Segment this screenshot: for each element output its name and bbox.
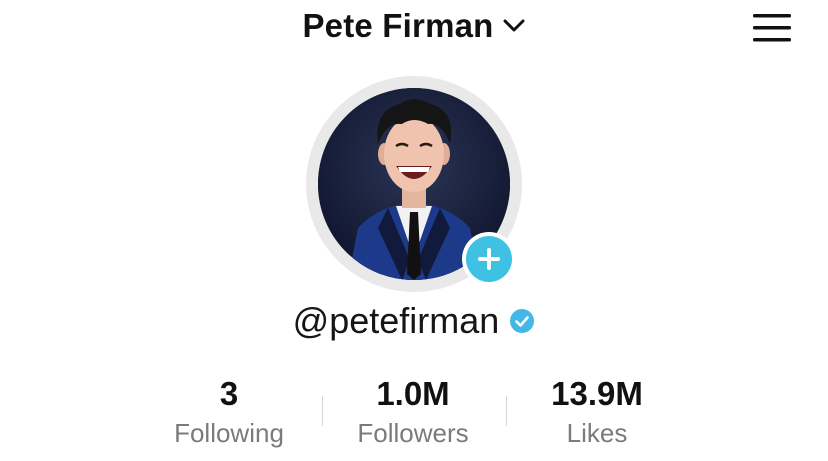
profile-header: Pete Firman	[0, 0, 828, 56]
follow-button-fill	[466, 236, 512, 282]
username-row: @petefirman	[0, 298, 828, 344]
stat-followers[interactable]: 1.0M Followers	[323, 372, 503, 450]
profile-stats: 3 Following 1.0M Followers 13.9M Likes	[0, 372, 828, 452]
plus-icon	[478, 248, 500, 270]
avatar-container	[306, 76, 522, 292]
hamburger-menu-icon	[753, 14, 791, 42]
follow-button[interactable]	[462, 232, 516, 286]
following-count: 3	[219, 375, 239, 412]
account-switcher[interactable]: Pete Firman	[0, 6, 828, 46]
stat-likes[interactable]: 13.9M Likes	[507, 372, 687, 450]
chevron-down-icon	[502, 6, 526, 46]
following-label: Following	[174, 418, 284, 448]
menu-button[interactable]	[748, 10, 796, 46]
likes-count: 13.9M	[551, 375, 643, 412]
followers-label: Followers	[357, 418, 469, 448]
profile-title: Pete Firman	[302, 7, 494, 44]
likes-label: Likes	[566, 418, 628, 448]
username: @petefirman	[292, 300, 500, 341]
verified-check-icon	[510, 309, 535, 333]
followers-count: 1.0M	[376, 375, 450, 412]
stat-following[interactable]: 3 Following	[139, 372, 319, 450]
